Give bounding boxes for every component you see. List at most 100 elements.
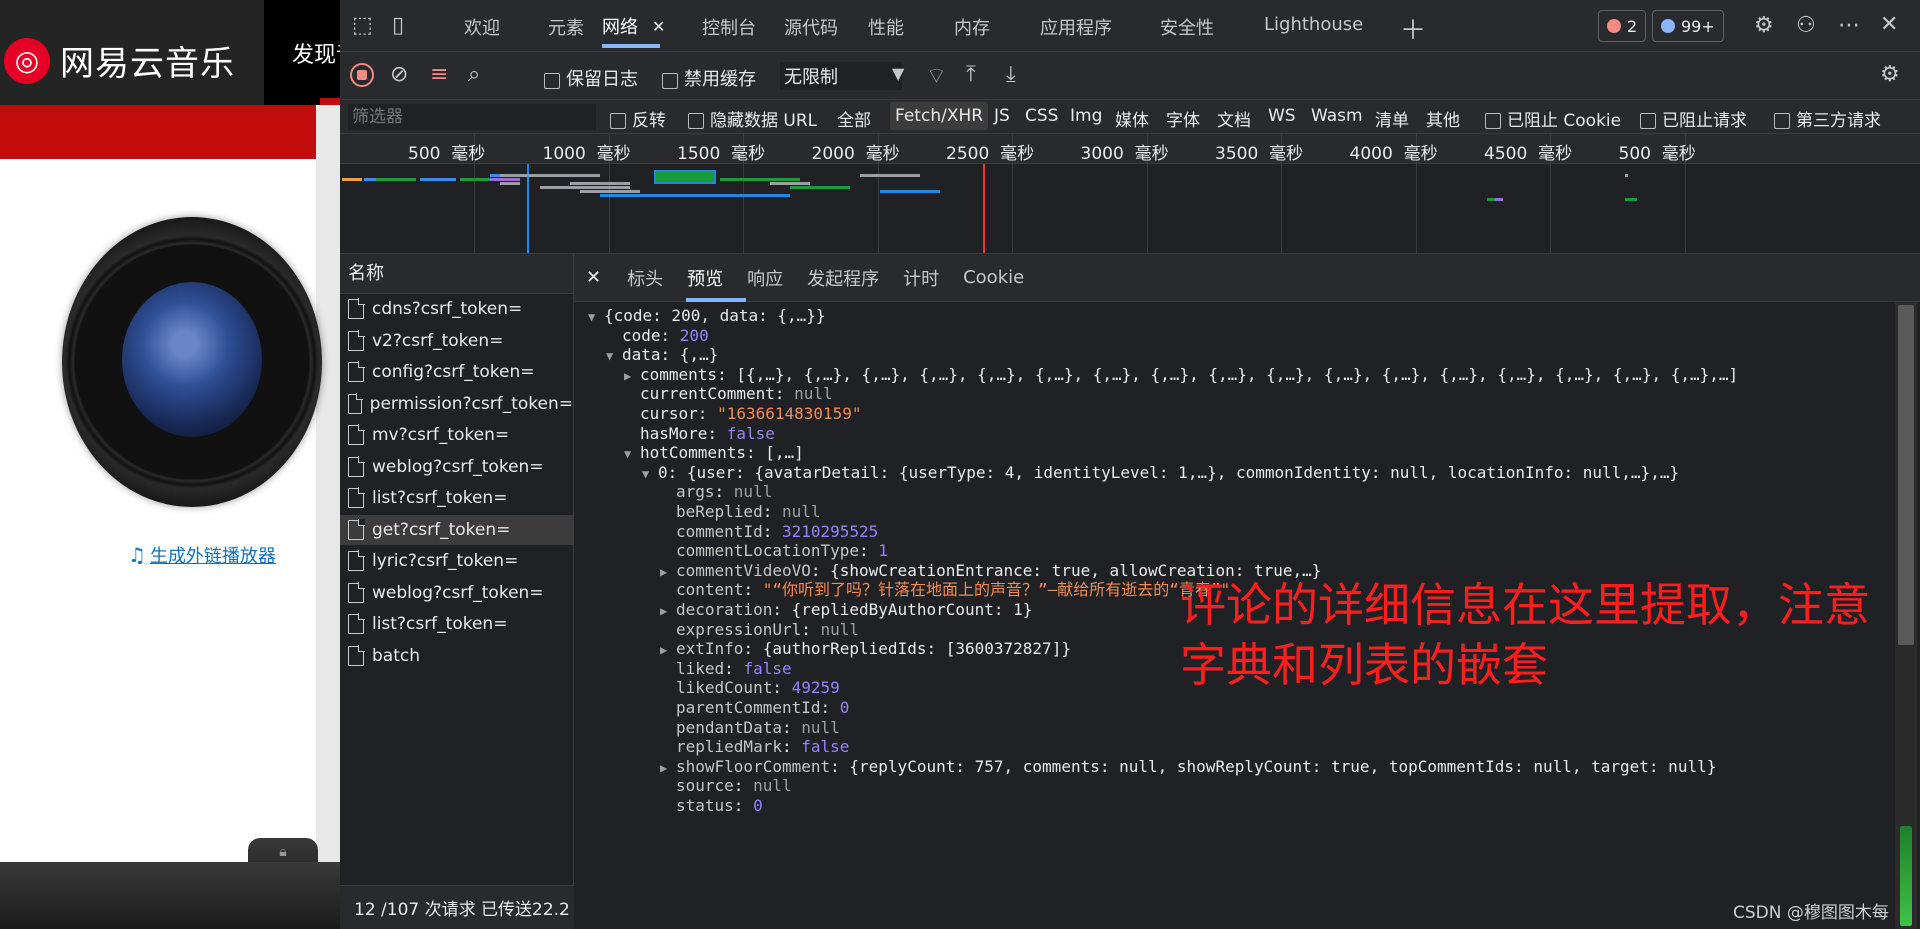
more-options-icon[interactable]: ⋯ xyxy=(1838,13,1860,38)
filter-type-fetch-xhr[interactable]: Fetch/XHR xyxy=(890,102,989,130)
timeline-tick-label: 2500 毫秒 xyxy=(946,144,1035,164)
timeline-bar xyxy=(376,178,416,181)
site-logo[interactable]: ◎ 网易云音乐 xyxy=(4,36,235,85)
network-conditions-icon[interactable]: ⌔ xyxy=(926,62,947,90)
json-colon: : xyxy=(697,404,718,423)
tab-lighthouse[interactable]: Lighthouse xyxy=(1264,14,1363,35)
detail-tab-response[interactable]: 响应 xyxy=(747,265,783,291)
json-tree-row[interactable]: ▶ showFloorComment: {replyCount: 757, com… xyxy=(660,755,1716,779)
record-stop-icon[interactable] xyxy=(350,63,374,87)
third-party-checkbox[interactable]: 第三方请求 xyxy=(1774,106,1881,131)
filter-type-all[interactable]: 全部 xyxy=(837,106,871,131)
expand-down-icon[interactable]: ▼ xyxy=(606,344,622,368)
error-count-badge[interactable]: 2 xyxy=(1598,10,1647,42)
expand-down-icon[interactable]: ▼ xyxy=(588,305,604,329)
json-tree-row[interactable]: ▼ 0: {user: {avatarDetail: {userType: 4, … xyxy=(642,461,1679,485)
throttling-select[interactable]: 无限制 xyxy=(780,62,902,90)
import-har-icon[interactable]: ⤒ xyxy=(966,62,976,87)
filter-type-other[interactable]: 其他 xyxy=(1426,106,1460,131)
document-icon xyxy=(348,518,365,540)
tab-security[interactable]: 安全性 xyxy=(1160,14,1214,40)
request-row[interactable]: v2?csrf_token= xyxy=(340,326,573,357)
network-settings-gear-icon[interactable]: ⚙ xyxy=(1880,62,1900,87)
request-row[interactable]: weblog?csrf_token= xyxy=(340,452,573,483)
expand-down-icon[interactable]: ▼ xyxy=(642,462,658,486)
filter-type-doc[interactable]: 文档 xyxy=(1217,106,1251,131)
request-row[interactable]: lyric?csrf_token= xyxy=(340,546,573,578)
request-row[interactable]: cdns?csrf_token= xyxy=(340,294,573,326)
json-colon: : xyxy=(781,717,802,737)
detail-tab-preview[interactable]: 预览 xyxy=(687,265,723,291)
blocked-requests-label: 已阻止请求 xyxy=(1662,111,1747,131)
request-row[interactable]: get?csrf_token= xyxy=(340,514,573,546)
chevron-down-icon[interactable]: ▼ xyxy=(892,64,904,83)
preview-scrollbar-thumb[interactable] xyxy=(1898,305,1914,645)
error-count: 2 xyxy=(1627,16,1638,36)
tab-memory[interactable]: 内存 xyxy=(954,14,990,40)
tab-performance[interactable]: 性能 xyxy=(868,14,904,40)
filter-icon[interactable]: ≡ xyxy=(430,62,448,87)
json-colon: : xyxy=(717,364,737,384)
close-tab-icon[interactable]: ✕ xyxy=(652,17,665,36)
invert-checkbox[interactable]: 反转 xyxy=(610,106,666,131)
clear-icon[interactable]: ⊘ xyxy=(390,62,408,87)
filter-type-img[interactable]: Img xyxy=(1070,106,1102,126)
filter-type-media[interactable]: 媒体 xyxy=(1115,106,1149,131)
request-row[interactable]: mv?csrf_token= xyxy=(340,420,573,452)
search-icon[interactable]: ⌕ xyxy=(468,62,480,87)
json-value: 3210295525 xyxy=(781,521,879,541)
close-devtools-icon[interactable]: ✕ xyxy=(1880,12,1898,37)
settings-gear-icon[interactable]: ⚙ xyxy=(1754,13,1774,38)
request-row[interactable]: batch xyxy=(340,641,573,672)
network-overview-timeline[interactable]: 500 毫秒 1000 毫秒 1500 毫秒 2000 毫秒 2500 毫秒 3000 毫… xyxy=(340,134,1920,254)
preserve-log-checkbox[interactable]: 保留日志 xyxy=(544,65,638,91)
timeline-bar xyxy=(1625,174,1628,177)
customize-icon[interactable]: ⚇ xyxy=(1796,13,1816,38)
message-count-badge[interactable]: 99+ xyxy=(1652,10,1724,42)
filter-type-ws[interactable]: WS xyxy=(1268,106,1296,126)
active-tab-indicator xyxy=(602,44,660,48)
request-row[interactable]: list?csrf_token= xyxy=(340,483,573,515)
inspect-element-icon[interactable]: ⬚ xyxy=(352,13,373,38)
hide-data-urls-checkbox[interactable]: 隐藏数据 URL xyxy=(688,106,817,131)
request-name: cdns?csrf_token= xyxy=(372,299,523,320)
filter-input[interactable] xyxy=(348,104,596,130)
tab-elements[interactable]: 元素 xyxy=(548,14,584,40)
device-toolbar-icon[interactable]: ▯ xyxy=(392,13,404,38)
tab-console[interactable]: 控制台 xyxy=(702,14,756,40)
tab-sources[interactable]: 源代码 xyxy=(784,14,838,40)
more-tabs-plus-icon[interactable]: ＋ xyxy=(1400,10,1426,47)
request-row[interactable]: config?csrf_token= xyxy=(340,357,573,389)
lock-icon: 🔒︎ xyxy=(279,844,287,860)
tab-application[interactable]: 应用程序 xyxy=(1040,14,1112,40)
json-colon: : xyxy=(774,384,795,404)
detail-tab-timing[interactable]: 计时 xyxy=(903,265,939,291)
detail-tab-cookies[interactable]: Cookie xyxy=(963,267,1024,288)
document-icon xyxy=(348,392,363,414)
embed-player-link[interactable]: ♫ 生成外链播放器 xyxy=(128,542,276,568)
request-row[interactable]: permission?csrf_token= xyxy=(340,389,573,420)
page-scrollbar[interactable] xyxy=(316,105,340,865)
request-row[interactable]: list?csrf_token= xyxy=(340,609,573,641)
filter-type-font[interactable]: 字体 xyxy=(1166,106,1200,131)
timeline-tick-label: 1000 毫秒 xyxy=(542,144,631,164)
json-value: false xyxy=(801,737,850,757)
disable-cache-checkbox[interactable]: 禁用缓存 xyxy=(662,65,756,91)
detail-tab-headers[interactable]: 标头 xyxy=(627,265,663,291)
export-har-icon[interactable]: ⤓ xyxy=(1006,62,1016,87)
filter-type-css[interactable]: CSS xyxy=(1025,106,1058,126)
detail-tab-initiator[interactable]: 发起程序 xyxy=(807,265,879,291)
nav-item-discover[interactable]: 发现音乐 xyxy=(264,0,340,105)
netease-music-page: ◎ 网易云音乐 发现音乐 ♫ 生成外链播放器 🔒︎ xyxy=(0,0,340,929)
json-value: {,…} xyxy=(679,345,719,365)
close-detail-icon[interactable]: ✕ xyxy=(586,267,601,288)
request-row[interactable]: weblog?csrf_token= xyxy=(340,578,573,609)
filter-type-js[interactable]: JS xyxy=(994,106,1010,126)
blocked-cookies-checkbox[interactable]: 已阻止 Cookie xyxy=(1485,106,1621,131)
filter-type-wasm[interactable]: Wasm xyxy=(1311,106,1363,126)
blocked-requests-checkbox[interactable]: 已阻止请求 xyxy=(1640,106,1747,131)
filter-type-manifest[interactable]: 清单 xyxy=(1375,106,1409,131)
expand-down-icon[interactable]: ▼ xyxy=(624,442,640,466)
column-header-name[interactable]: 名称 xyxy=(340,254,573,294)
tab-welcome[interactable]: 欢迎 xyxy=(464,14,500,40)
